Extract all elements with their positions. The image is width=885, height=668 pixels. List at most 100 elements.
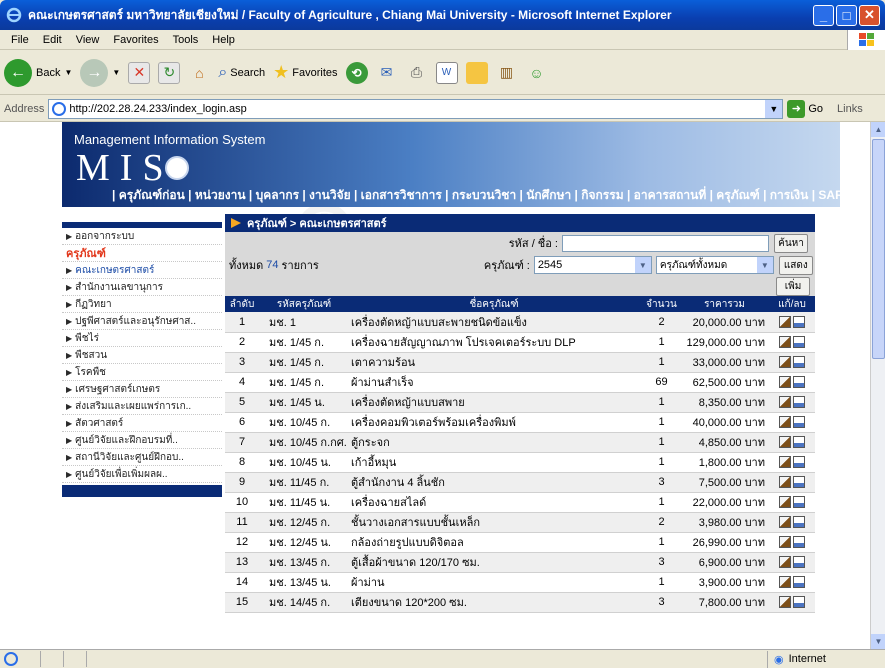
delete-icon[interactable] <box>793 456 805 469</box>
edit-icon[interactable] <box>779 416 791 429</box>
delete-icon[interactable] <box>793 476 805 489</box>
edit-icon[interactable] <box>779 315 791 328</box>
scroll-down-icon[interactable]: ▼ <box>871 634 885 649</box>
sidebar-item[interactable]: ▶ พืชสวน <box>62 347 222 364</box>
menu-tools[interactable]: Tools <box>166 34 206 46</box>
edit-icon[interactable] <box>779 556 791 569</box>
category-select[interactable]: ครุภัณฑ์ทั้งหมด ▼ <box>655 256 774 274</box>
delete-icon[interactable] <box>793 376 805 389</box>
edit-icon[interactable] <box>779 356 791 369</box>
favorites-button[interactable]: ★ Favorites <box>273 62 337 83</box>
sidebar-item[interactable]: ▶ สถานีวิจัยและศูนย์ฝึกอบ.. <box>62 449 222 466</box>
edit-icon[interactable] <box>779 376 791 389</box>
home-button[interactable]: ⌂ <box>188 62 210 84</box>
go-label: Go <box>808 102 824 115</box>
delete-icon[interactable] <box>793 556 805 569</box>
table-row: 15 มช. 14/45 ก. เตียงขนาด 120*200 ซม. 3 7,80… <box>225 592 815 613</box>
edit-icon[interactable] <box>779 396 791 409</box>
sidebar-item[interactable]: ▶ กีฏวิทยา <box>62 296 222 313</box>
delete-icon[interactable] <box>793 416 805 429</box>
edit-icon[interactable] <box>779 576 791 589</box>
edit-icon[interactable] <box>779 516 791 529</box>
asset-name: เครื่องฉายสัญญาณภาพ โปรเจคเตอร์ระบบ DLP <box>349 332 639 353</box>
delete-icon[interactable] <box>793 576 805 589</box>
sidebar-item[interactable]: ▶ สัตวศาสตร์ <box>62 415 222 432</box>
address-input[interactable]: http://202.28.24.233/index_login.asp ▼ <box>48 98 784 119</box>
delete-icon[interactable] <box>793 396 805 409</box>
vertical-scrollbar[interactable]: ▲ ▼ <box>870 122 885 649</box>
delete-icon[interactable] <box>793 315 805 328</box>
go-button[interactable]: ➜ Go <box>787 99 824 118</box>
row-actions <box>769 512 815 533</box>
sidebar-item[interactable]: ▶ ศูนย์วิจัยและฝึกอบรมที่.. <box>62 432 222 449</box>
messenger-button[interactable]: ☺ <box>526 62 548 84</box>
scroll-thumb[interactable] <box>872 139 885 359</box>
scroll-up-icon[interactable]: ▲ <box>871 122 885 137</box>
research-button[interactable]: ▥ <box>496 62 518 84</box>
sidebar-item-label: พืชสวน <box>75 349 108 361</box>
arrow-right-icon: ▶ <box>66 435 73 445</box>
year-label: ครุภัณฑ์ : <box>483 260 530 272</box>
row-number: 4 <box>225 372 259 393</box>
edit-icon[interactable] <box>779 336 791 349</box>
forward-button[interactable]: → ▼ <box>80 58 120 87</box>
sidebar-item[interactable]: ครุภัณฑ์ <box>62 245 222 262</box>
sidebar-item[interactable]: ▶ เศรษฐศาสตร์เกษตร <box>62 381 222 398</box>
edit-button[interactable]: W <box>435 61 458 84</box>
asset-name: เครื่องตัดหญ้าแบบสะพายชนิดข้อแข็ง <box>349 312 639 333</box>
address-dropdown[interactable]: ▼ <box>765 99 783 118</box>
asset-code: มช. 1/45 ก. <box>259 332 349 353</box>
search-input[interactable] <box>562 234 769 252</box>
menu-file[interactable]: File <box>4 34 36 46</box>
stop-button[interactable]: ✕ <box>128 61 151 84</box>
mail-button[interactable]: ✉ <box>376 62 398 84</box>
asset-qty: 1 <box>639 412 684 433</box>
col-header-qty: จำนวน <box>639 296 684 312</box>
sidebar-item[interactable]: ▶ ศูนย์วิจัยเพื่อเพิ่มผลผ.. <box>62 466 222 483</box>
sidebar-item[interactable]: ▶ พืชไร่ <box>62 330 222 347</box>
edit-icon[interactable] <box>779 476 791 489</box>
sidebar-item[interactable]: ▶ คณะเกษตรศาสตร์ <box>62 262 222 279</box>
delete-icon[interactable] <box>793 516 805 529</box>
edit-icon[interactable] <box>779 536 791 549</box>
minimize-button[interactable]: _ <box>813 4 834 26</box>
print-button[interactable]: ⎙ <box>406 62 428 84</box>
edit-icon[interactable] <box>779 456 791 469</box>
search-submit-button[interactable]: ค้นหา <box>774 233 808 253</box>
history-button[interactable]: ⟲ <box>345 61 368 84</box>
row-actions <box>769 492 815 513</box>
maximize-button[interactable]: □ <box>836 4 857 26</box>
search-button[interactable]: ⌕ Search <box>218 64 265 82</box>
edit-icon[interactable] <box>779 436 791 449</box>
show-button[interactable]: แสดง <box>778 255 813 275</box>
sidebar-item[interactable]: ▶ ส่งเสริมและเผยแพร่การเก.. <box>62 398 222 415</box>
year-select[interactable]: 2545 ▼ <box>533 256 652 274</box>
asset-price: 20,000.00 บาท <box>684 312 769 333</box>
delete-icon[interactable] <box>793 436 805 449</box>
edit-icon[interactable] <box>779 596 791 609</box>
edit-icon[interactable] <box>779 496 791 509</box>
add-button[interactable]: เพิ่ม <box>776 276 810 296</box>
top-nav[interactable]: | ครุภัณฑ์ก่อน | หน่วยงาน | บุคลากร | งา… <box>112 186 840 205</box>
sidebar-item[interactable]: ▶ สำนักงานเลขานุการ <box>62 279 222 296</box>
close-button[interactable]: ✕ <box>859 4 880 26</box>
refresh-button[interactable]: ↻ <box>158 61 181 84</box>
folder-button[interactable] <box>465 61 488 84</box>
delete-icon[interactable] <box>793 496 805 509</box>
links-button[interactable]: Links <box>837 103 863 115</box>
menu-help[interactable]: Help <box>205 34 242 46</box>
sidebar-item[interactable]: ▶ โรคพืช <box>62 364 222 381</box>
delete-icon[interactable] <box>793 596 805 609</box>
asset-qty: 1 <box>639 492 684 513</box>
sidebar-item[interactable]: ▶ ปฐพีศาสตร์และอนุรักษศาส.. <box>62 313 222 330</box>
delete-icon[interactable] <box>793 536 805 549</box>
menu-favorites[interactable]: Favorites <box>106 34 165 46</box>
back-button[interactable]: ← Back ▼ <box>4 58 72 87</box>
table-row: 6 มช. 10/45 ก. เครื่องคอมพิวเตอร์พร้อมเครื… <box>225 412 815 433</box>
sidebar-item[interactable]: ▶ ออกจากระบบ <box>62 228 222 245</box>
menu-view[interactable]: View <box>69 34 107 46</box>
delete-icon[interactable] <box>793 356 805 369</box>
delete-icon[interactable] <box>793 336 805 349</box>
table-row: 2 มช. 1/45 ก. เครื่องฉายสัญญาณภาพ โปรเจคเต… <box>225 332 815 353</box>
menu-edit[interactable]: Edit <box>36 34 69 46</box>
